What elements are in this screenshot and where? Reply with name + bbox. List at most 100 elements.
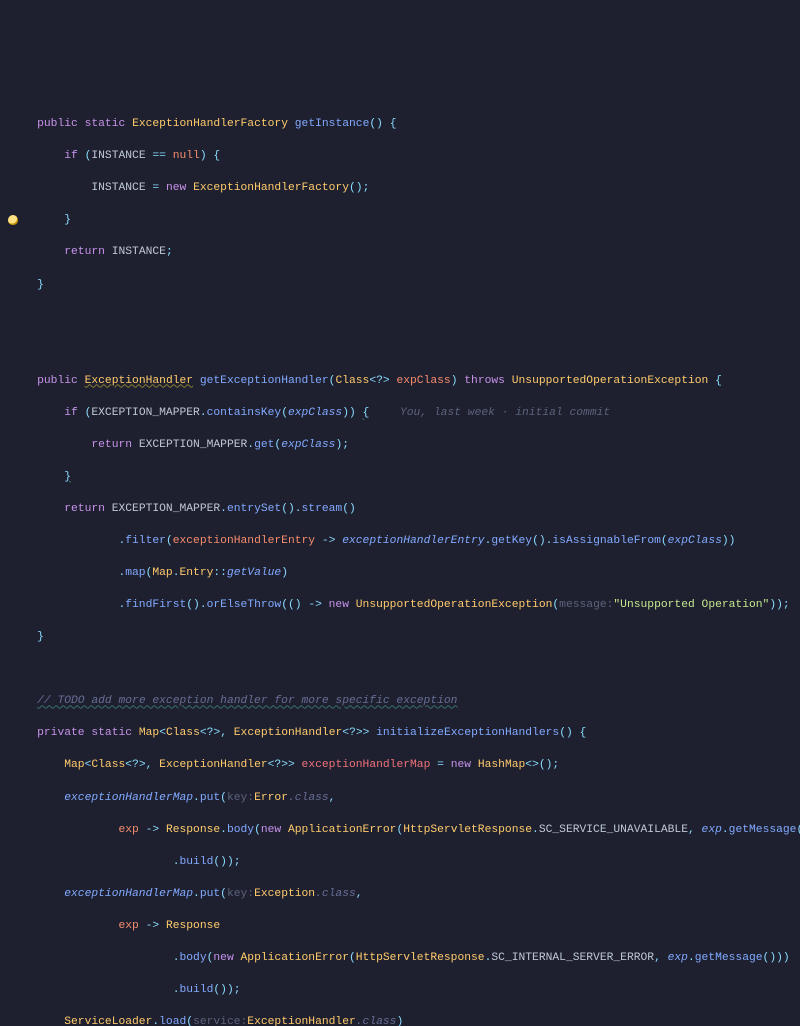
param: exp [118,920,138,932]
code-line[interactable]: } [10,212,800,228]
type: HttpServletResponse [356,952,485,964]
code-line[interactable]: } [10,469,800,485]
method: put [200,792,220,804]
code-line[interactable]: if (EXCEPTION_MAPPER.containsKey(expClas… [10,405,800,421]
type: Map [152,567,172,579]
method: get [254,439,274,451]
string: "Unsupported Operation" [613,599,769,611]
keyword: new [213,952,233,964]
keyword: static [91,727,132,739]
code-line[interactable]: return EXCEPTION_MAPPER.get(expClass); [10,437,800,453]
field: EXCEPTION_MAPPER [139,439,247,451]
type: ServiceLoader [64,1016,152,1026]
var-ref: expClass [281,439,335,451]
keyword: return [64,503,105,515]
method: findFirst [125,599,186,611]
keyword: new [261,824,281,836]
code-line[interactable] [10,661,800,677]
var-ref: exceptionHandlerMap [64,888,193,900]
type: HashMap [478,759,525,771]
field: INSTANCE [91,150,145,162]
code-line[interactable]: INSTANCE = new ExceptionHandlerFactory()… [10,180,800,196]
param: exceptionHandlerEntry [173,535,315,547]
type: ApplicationError [288,824,396,836]
keyword: return [91,439,132,451]
field: EXCEPTION_MAPPER [112,503,220,515]
code-line[interactable]: exp -> Response.body(new ApplicationErro… [10,822,800,838]
type: Error [254,792,288,804]
method: initializeExceptionHandlers [376,727,559,739]
code-line[interactable] [10,309,800,325]
code-line[interactable]: public static ExceptionHandlerFactory ge… [10,116,800,132]
type: Class [166,727,200,739]
method: getInstance [295,118,370,130]
type: ExceptionHandler [85,375,193,387]
constant: SC_SERVICE_UNAVAILABLE [539,824,688,836]
local-var: exceptionHandlerMap [302,759,431,771]
code-line[interactable]: .build()); [10,982,800,998]
type: Class [335,375,369,387]
todo-comment: // TODO add more exception handler for m… [37,695,457,707]
code-line[interactable]: .build()); [10,854,800,870]
type: ExceptionHandler [234,727,342,739]
inlay-hint: message: [559,599,613,611]
var-ref: expClass [668,535,722,547]
method: map [125,567,145,579]
method: getKey [491,535,532,547]
code-line[interactable] [10,341,800,357]
code-line[interactable]: exp -> Response [10,918,800,934]
code-editor[interactable]: public static ExceptionHandlerFactory ge… [10,68,800,1026]
code-line[interactable]: .findFirst().orElseThrow(() -> new Unsup… [10,597,800,613]
keyword: throws [464,375,505,387]
method: getExceptionHandler [200,375,329,387]
code-line[interactable]: .map(Map.Entry::getValue) [10,565,800,581]
code-line[interactable]: Map<Class<?>, ExceptionHandler<?>> excep… [10,757,800,773]
type: ExceptionHandlerFactory [132,118,288,130]
code-line[interactable]: exceptionHandlerMap.put(key:Error.class, [10,790,800,806]
method: containsKey [207,407,282,419]
field: INSTANCE [112,246,166,258]
keyword: return [64,246,105,258]
keyword: public [37,375,78,387]
method: put [200,888,220,900]
code-line[interactable]: exceptionHandlerMap.put(key:Exception.cl… [10,886,800,902]
method-ref: getValue [227,567,281,579]
type: UnsupportedOperationException [512,375,709,387]
git-blame: You, last week · initial commit [400,405,610,421]
code-line[interactable]: return EXCEPTION_MAPPER.entrySet().strea… [10,501,800,517]
var-ref: exp [702,824,722,836]
null: null [173,150,200,162]
method: body [227,824,254,836]
type: Exception [254,888,315,900]
var-ref: expClass [288,407,342,419]
type: Response [166,920,220,932]
code-line[interactable]: ServiceLoader.load(service:ExceptionHand… [10,1014,800,1026]
code-line[interactable]: } [10,277,800,293]
code-line[interactable]: } [10,629,800,645]
keyword: new [329,599,349,611]
type: Response [166,824,220,836]
var-ref: exceptionHandlerEntry [342,535,484,547]
field: EXCEPTION_MAPPER [91,407,199,419]
method: getMessage [695,952,763,964]
method: isAssignableFrom [552,535,660,547]
code-line[interactable]: private static Map<Class<?>, ExceptionHa… [10,725,800,741]
type: Entry [180,567,214,579]
keyword: public [37,118,78,130]
code-line[interactable]: return INSTANCE; [10,244,800,260]
method: entrySet [227,503,281,515]
inlay-hint: service: [193,1016,247,1026]
code-line[interactable]: if (INSTANCE == null) { [10,148,800,164]
code-line[interactable]: public ExceptionHandler getExceptionHand… [10,373,800,389]
code-line[interactable]: .filter(exceptionHandlerEntry -> excepti… [10,533,800,549]
method: load [159,1016,186,1026]
keyword: if [64,407,78,419]
keyword: if [64,150,78,162]
constant: SC_INTERNAL_SERVER_ERROR [491,952,654,964]
keyword: new [166,182,186,194]
inlay-hint: key: [227,792,254,804]
var-ref: exp [668,952,688,964]
code-line[interactable]: // TODO add more exception handler for m… [10,693,800,709]
method: body [179,952,206,964]
code-line[interactable]: .body(new ApplicationError(HttpServletRe… [10,950,800,966]
